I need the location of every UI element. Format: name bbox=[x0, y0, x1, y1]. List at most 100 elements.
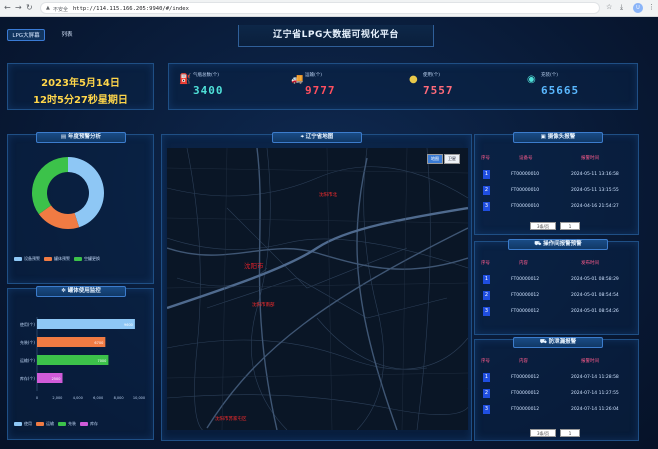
header-cell: 序号 bbox=[481, 261, 490, 266]
table-row[interactable]: 1 FT00000012 2024-07-14 11:28:58 bbox=[481, 370, 632, 386]
row-device: FT00000010 bbox=[511, 188, 540, 193]
category-label: 使用(个) bbox=[20, 321, 36, 327]
panel-title-text: 年度预警分析 bbox=[68, 134, 102, 140]
legend-item[interactable]: 充装 bbox=[58, 421, 76, 427]
stat-label: 运输(个) bbox=[305, 73, 323, 78]
map-panel: ⌖ 辽宁省地图 地图 卫星 沈阳市北 沈阳市 沈阳市南部 沈阳市苏家屯区 bbox=[161, 132, 472, 441]
city-marker[interactable]: 沈阳市苏家屯区 bbox=[215, 416, 247, 422]
map-type-switch: 地图 卫星 bbox=[427, 154, 460, 164]
x-tick-label: 0 bbox=[36, 396, 38, 400]
reload-icon[interactable]: ↻ bbox=[26, 3, 33, 13]
camera-icon: ▣ bbox=[540, 134, 548, 140]
city-marker[interactable]: 沈阳市 bbox=[244, 260, 264, 270]
camera-alarm-table: 序号 设备号 报警时间 1 FT00000010 2024-05-11 13:1… bbox=[481, 151, 632, 215]
row-time: 2024-07-14 11:28:58 bbox=[571, 375, 619, 380]
row-time: 2024-04-16 21:54:27 bbox=[571, 204, 619, 209]
operation-alarm-table: 序号 内容 发布时间 1 FT00000012 2024-05-01 08:58… bbox=[481, 256, 632, 320]
stats-panel: ⛽ 气瓶总数(个) 3400 🚚 运输(个) 9777 ● 使用(个) 7557… bbox=[168, 63, 638, 110]
row-time: 2024-05-11 13:16:58 bbox=[571, 172, 619, 177]
table-header: 序号 内容 发布时间 bbox=[481, 256, 632, 272]
usage-icon: ● bbox=[409, 74, 418, 85]
bar-value-label: 2500 bbox=[52, 377, 61, 381]
x-tick-label: 8,000 bbox=[114, 396, 124, 400]
panel-title: ▤ 年度预警分析 bbox=[36, 132, 126, 143]
table-header: 序号 设备号 报警时间 bbox=[481, 151, 632, 167]
row-device: FT00000010 bbox=[511, 204, 540, 209]
panel-title-text: 摄像头报警 bbox=[547, 134, 576, 140]
page-number-input[interactable]: 1 bbox=[560, 222, 580, 230]
warning-icon: ▲ bbox=[46, 5, 50, 11]
x-tick-label: 10,000 bbox=[133, 396, 145, 400]
bar-chart[interactable]: 使用(个) 9600 充装(个) 6700 运输(个) 7000 库存(个) 2500 0 2,0… bbox=[11, 311, 151, 421]
dashboard-page: LPG大屏幕 列表 辽宁省LPG大数据可视化平台 2023年5月14日 12时5… bbox=[0, 17, 658, 449]
row-index: 1 bbox=[483, 373, 490, 382]
back-icon[interactable]: ← bbox=[4, 3, 11, 13]
row-index: 1 bbox=[483, 275, 490, 284]
panel-title-text: 防泄漏报警 bbox=[548, 339, 577, 345]
table-row[interactable]: 1 FT00000012 2024-05-01 08:58:29 bbox=[481, 272, 632, 288]
row-device: FT00000012 bbox=[511, 407, 540, 412]
legend-item[interactable]: 使用 bbox=[14, 421, 32, 427]
satellite-button[interactable]: 卫星 bbox=[444, 154, 460, 164]
browser-toolbar: ← → ↻ ▲ 不安全 http://114.115.166.205:9940/… bbox=[0, 0, 658, 17]
stat-label: 气瓶总数(个) bbox=[193, 73, 220, 78]
bar-legend: 使用 运输 充装 库存 bbox=[14, 421, 98, 427]
row-device: FT00000012 bbox=[511, 293, 540, 298]
map-canvas[interactable]: 地图 卫星 沈阳市北 沈阳市 沈阳市南部 沈阳市苏家屯区 bbox=[167, 148, 468, 430]
row-index: 3 bbox=[483, 405, 490, 414]
row-index: 2 bbox=[483, 186, 490, 195]
bar-value-label: 9600 bbox=[124, 323, 133, 327]
header-cell: 序号 bbox=[481, 359, 490, 364]
car-icon: ⛟ bbox=[539, 339, 549, 345]
time-text: 12时5分27秒星期日 bbox=[33, 95, 128, 106]
row-device: FT00000012 bbox=[511, 277, 540, 282]
page-size-select[interactable]: 3条/页 bbox=[530, 429, 556, 437]
map-roads bbox=[167, 148, 468, 430]
operation-alarm-panel: ⛟ 操作间报警预警 序号 内容 发布时间 1 FT00000012 2024-0… bbox=[474, 239, 639, 335]
table-row[interactable]: 2 FT00000010 2024-05-11 13:15:55 bbox=[481, 183, 632, 199]
legend-item[interactable]: 库存 bbox=[80, 421, 98, 427]
legend-item[interactable]: 空罐更换 bbox=[74, 256, 100, 262]
page-size-select[interactable]: 3条/页 bbox=[530, 222, 556, 230]
forward-icon[interactable]: → bbox=[15, 3, 22, 13]
row-index: 3 bbox=[483, 307, 490, 316]
panel-title: ✻ 罐体使用监控 bbox=[36, 286, 126, 297]
address-bar[interactable]: ▲ 不安全 http://114.115.166.205:9940/#/inde… bbox=[40, 2, 600, 14]
table-row[interactable]: 3 FT00000012 2024-05-01 08:54:26 bbox=[481, 304, 632, 320]
row-index: 2 bbox=[483, 389, 490, 398]
table-row[interactable]: 2 FT00000012 2024-07-14 11:27:55 bbox=[481, 386, 632, 402]
insecure-label: 不安全 bbox=[53, 7, 69, 13]
tab-dashboard[interactable]: LPG大屏幕 bbox=[7, 29, 45, 41]
row-time: 2024-05-01 08:54:54 bbox=[571, 293, 619, 298]
legend-item[interactable]: 运输 bbox=[36, 421, 54, 427]
download-icon[interactable]: ⤓ bbox=[620, 3, 623, 12]
panel-title: ⌖ 辽宁省地图 bbox=[272, 132, 362, 143]
page-number-input[interactable]: 1 bbox=[560, 429, 580, 437]
legend-item[interactable]: 罐体预警 bbox=[44, 256, 70, 262]
city-marker[interactable]: 沈阳市南部 bbox=[252, 302, 275, 308]
donut-chart[interactable] bbox=[28, 153, 108, 233]
url-text[interactable]: http://114.115.166.205:9940/#/index bbox=[73, 6, 189, 12]
chart-icon: ▤ bbox=[60, 134, 69, 140]
table-row[interactable]: 1 FT00000010 2024-05-11 13:16:58 bbox=[481, 167, 632, 183]
table-row[interactable]: 3 FT00000012 2024-07-14 11:26:04 bbox=[481, 402, 632, 418]
menu-icon[interactable]: ⋮ bbox=[648, 3, 655, 11]
header-cell: 报警时间 bbox=[581, 359, 599, 364]
bar[interactable] bbox=[37, 319, 135, 329]
panel-title: ⛟ 防泄漏报警 bbox=[513, 337, 603, 348]
bar-value-label: 7000 bbox=[97, 359, 106, 363]
header-cell: 报警时间 bbox=[581, 156, 599, 161]
tab-list[interactable]: 列表 bbox=[55, 29, 79, 41]
bar-value-label: 6700 bbox=[94, 341, 103, 345]
panel-title-text: 辽宁省地图 bbox=[305, 134, 334, 140]
city-marker[interactable]: 沈阳市北 bbox=[319, 192, 337, 198]
map-button[interactable]: 地图 bbox=[427, 154, 443, 164]
stat-value: 3400 bbox=[193, 84, 224, 97]
donut-legend: 设备预警 罐体预警 空罐更换 bbox=[14, 256, 100, 262]
table-row[interactable]: 3 FT00000010 2024-04-16 21:54:27 bbox=[481, 199, 632, 215]
profile-avatar[interactable]: U bbox=[633, 3, 643, 13]
star-icon[interactable]: ☆ bbox=[606, 3, 612, 11]
legend-item[interactable]: 设备预警 bbox=[14, 256, 40, 262]
donut-slice[interactable] bbox=[32, 157, 68, 215]
table-row[interactable]: 2 FT00000012 2024-05-01 08:54:54 bbox=[481, 288, 632, 304]
